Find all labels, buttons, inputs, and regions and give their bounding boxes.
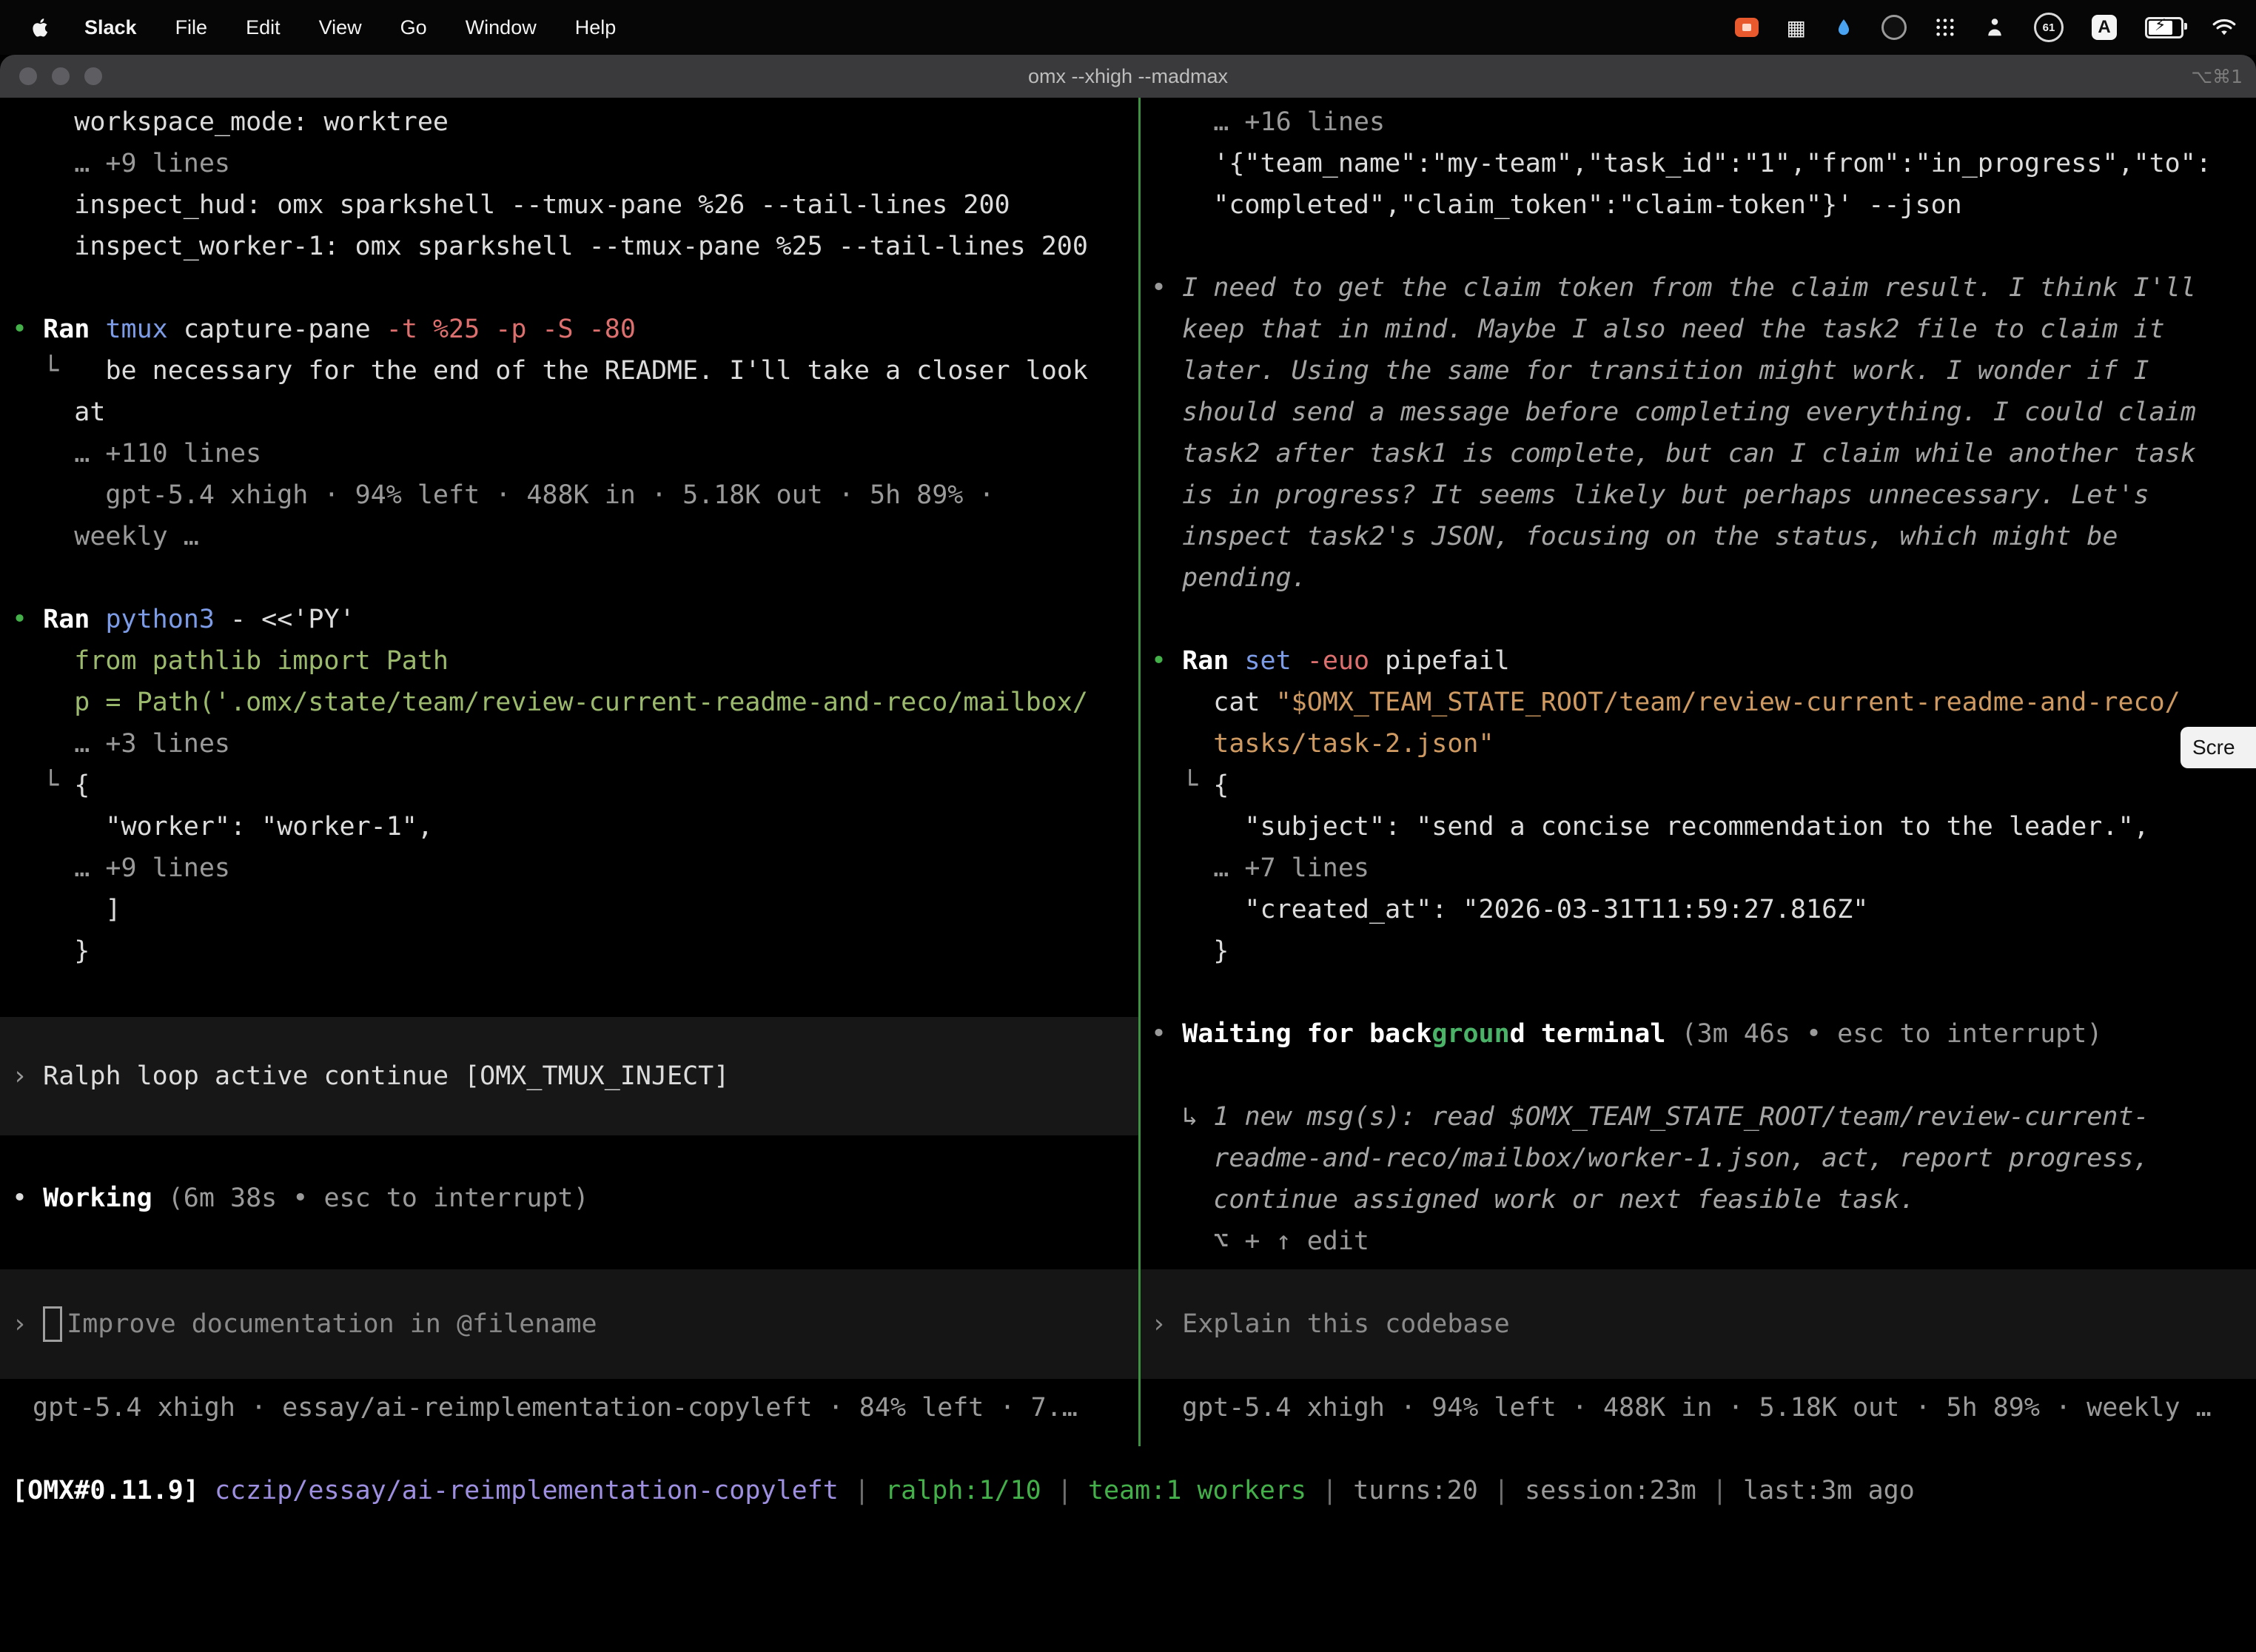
terminal-line: tasks/task-2.json" — [1151, 723, 2256, 765]
menu-item-window[interactable]: Window — [466, 16, 537, 39]
terminal-line: • Waiting for background terminal (3m 46… — [1151, 1013, 2256, 1055]
battery-percent-value: 61 — [2043, 21, 2055, 34]
terminal-line: • Ran python3 - <<'PY' — [12, 599, 1138, 640]
menu-item-edit[interactable]: Edit — [246, 16, 281, 39]
window-title: omx --xhigh --madmax — [0, 55, 2256, 98]
terminal-line: └ be necessary for the end of the README… — [12, 350, 1138, 392]
terminal-line: "worker": "worker-1", — [12, 806, 1138, 847]
terminal-line: … +16 lines — [1151, 101, 2256, 143]
terminal-line: inspect task2's JSON, focusing on the st… — [1151, 516, 2256, 557]
terminal-line — [1151, 226, 2256, 267]
terminal-line: task2 after task1 is complete, but can I… — [1151, 433, 2256, 474]
tmux-pane-right[interactable]: … +16 lines'{"team_name":"my-team","task… — [1141, 98, 2256, 1597]
right-model-status: gpt-5.4 xhigh · 94% left · 488K in · 5.1… — [1141, 1387, 2256, 1428]
input-source-icon[interactable]: A — [2092, 15, 2117, 40]
screen-recording-icon[interactable] — [1735, 18, 1759, 37]
terminal-line: later. Using the same for transition mig… — [1151, 350, 2256, 392]
prompt-chevron: › — [1151, 1309, 1182, 1339]
screen-recording-inner — [1742, 24, 1751, 31]
terminal-line: cat "$OMX_TEAM_STATE_ROOT/team/review-cu… — [1151, 682, 2256, 723]
figure-icon[interactable] — [1984, 16, 2006, 38]
menu-item-help[interactable]: Help — [575, 16, 617, 39]
menu-item-go[interactable]: Go — [400, 16, 427, 39]
terminal-line: … +110 lines — [12, 433, 1138, 474]
terminal-line: • Ran set -euo pipefail — [1151, 640, 2256, 682]
terminal-line: └ { — [12, 765, 1138, 806]
terminal-line — [1151, 972, 2256, 1013]
terminal-line: … +9 lines — [12, 143, 1138, 184]
terminal-line: "created_at": "2026-03-31T11:59:27.816Z" — [1151, 889, 2256, 930]
window-titlebar[interactable]: omx --xhigh --madmax ⌥⌘1 — [0, 55, 2256, 99]
window-shortcut-hint: ⌥⌘1 — [2191, 55, 2243, 98]
text-cursor — [43, 1306, 62, 1342]
terminal-line: … +7 lines — [1151, 847, 2256, 889]
menu-item-slack[interactable]: Slack — [84, 16, 137, 39]
terminal-line: pending. — [1151, 557, 2256, 599]
circle-app-icon[interactable] — [1881, 15, 1907, 40]
ralph-loop-banner: › Ralph loop active continue [OMX_TMUX_I… — [0, 1017, 1138, 1135]
wifi-icon[interactable] — [2212, 18, 2237, 37]
omx-session-status: [OMX#0.11.9] cczip/essay/ai-reimplementa… — [0, 1470, 2256, 1511]
terminal-line — [12, 267, 1138, 309]
terminal-line: weekly … — [12, 516, 1138, 557]
tiles-icon[interactable]: ▦ — [1787, 16, 1806, 40]
tmux-pane-left[interactable]: workspace_mode: worktree… +9 linesinspec… — [0, 98, 1138, 1597]
left-prompt-input[interactable]: › Improve documentation in @filename — [0, 1269, 1138, 1379]
terminal-line: gpt-5.4 xhigh · 94% left · 488K in · 5.1… — [12, 474, 1138, 516]
terminal-line: • Ran tmux capture-pane -t %25 -p -S -80 — [12, 309, 1138, 350]
terminal-line — [1151, 1055, 2256, 1096]
menu-items: Slack File Edit View Go Window Help — [84, 16, 616, 39]
desktop-screen: Slack File Edit View Go Window Help ▦ 61 A ⚡ — [0, 0, 2256, 1652]
terminal-line: inspect_hud: omx sparkshell --tmux-pane … — [12, 184, 1138, 226]
right-pane-output: … +16 lines'{"team_name":"my-team","task… — [1141, 98, 2256, 1262]
terminal-line: should send a message before completing … — [1151, 392, 2256, 433]
battery-percent-icon[interactable]: 61 — [2034, 13, 2064, 42]
battery-icon[interactable]: ⚡ — [2145, 17, 2183, 38]
terminal-line: … +3 lines — [12, 723, 1138, 765]
terminal-line — [12, 557, 1138, 599]
terminal-line: } — [12, 930, 1138, 972]
left-pane-output: workspace_mode: worktree… +9 linesinspec… — [0, 98, 1138, 972]
terminal-line: readme-and-reco/mailbox/worker-1.json, a… — [1151, 1138, 2256, 1179]
terminal-line: ⌥ + ↑ edit — [1151, 1220, 2256, 1262]
terminal-line: ] — [12, 889, 1138, 930]
terminal-line: continue assigned work or next feasible … — [1151, 1179, 2256, 1220]
menubar: Slack File Edit View Go Window Help ▦ 61 A ⚡ — [0, 0, 2256, 55]
terminal-line: inspect_worker-1: omx sparkshell --tmux-… — [12, 226, 1138, 267]
terminal-line — [1151, 599, 2256, 640]
terminal-line: is in progress? It seems likely but perh… — [1151, 474, 2256, 516]
terminal-line: from pathlib import Path — [12, 640, 1138, 682]
screen-capture-tooltip: Scre — [2181, 727, 2256, 768]
terminal-line: '{"team_name":"my-team","task_id":"1","f… — [1151, 143, 2256, 184]
terminal-window: omx --xhigh --madmax ⌥⌘1 workspace_mode:… — [0, 55, 2256, 1652]
terminal-line: • I need to get the claim token from the… — [1151, 267, 2256, 309]
working-status-line: • Working (6m 38s • esc to interrupt) — [0, 1178, 1138, 1219]
prompt-chevron: › — [12, 1309, 43, 1339]
dots-grid-icon[interactable] — [1935, 17, 1955, 38]
prompt-placeholder: Explain this codebase — [1182, 1309, 1510, 1339]
menubar-status-icons: ▦ 61 A ⚡ — [1735, 13, 2256, 42]
terminal-line: └ { — [1151, 765, 2256, 806]
prompt-placeholder: Improve documentation in @filename — [67, 1309, 597, 1339]
right-prompt-input[interactable]: › Explain this codebase — [1141, 1269, 2256, 1379]
terminal-line: "completed","claim_token":"claim-token"}… — [1151, 184, 2256, 226]
charging-bolt-icon: ⚡ — [2155, 16, 2166, 35]
apple-menu-icon[interactable] — [30, 16, 52, 38]
terminal-line: "subject": "send a concise recommendatio… — [1151, 806, 2256, 847]
left-model-status: gpt-5.4 xhigh · essay/ai-reimplementatio… — [0, 1387, 1138, 1428]
terminal-line: at — [12, 392, 1138, 433]
menu-item-view[interactable]: View — [319, 16, 362, 39]
menu-item-file[interactable]: File — [175, 16, 208, 39]
drop-icon[interactable] — [1834, 18, 1853, 37]
terminal-line: ↳ 1 new msg(s): read $OMX_TEAM_STATE_ROO… — [1151, 1096, 2256, 1138]
terminal-line: workspace_mode: worktree — [12, 101, 1138, 143]
terminal-line: keep that in mind. Maybe I also need the… — [1151, 309, 2256, 350]
terminal-line: … +9 lines — [12, 847, 1138, 889]
terminal-line: p = Path('.omx/state/team/review-current… — [12, 682, 1138, 723]
terminal-content: workspace_mode: worktree… +9 linesinspec… — [0, 98, 2256, 1597]
terminal-line: } — [1151, 930, 2256, 972]
